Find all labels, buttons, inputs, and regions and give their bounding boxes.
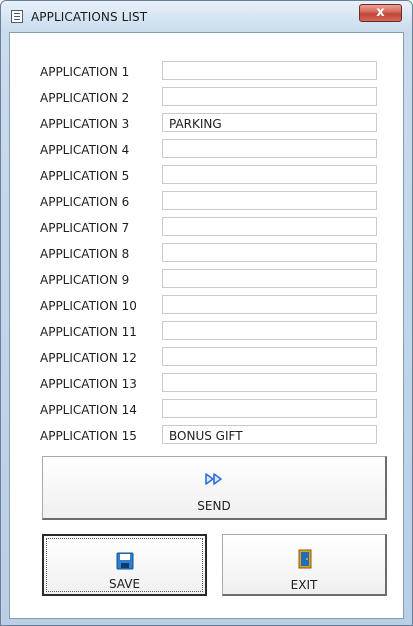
application-14-label: APPLICATION 14 bbox=[40, 403, 137, 417]
application-2-label: APPLICATION 2 bbox=[40, 91, 130, 105]
application-9-field[interactable] bbox=[162, 269, 377, 288]
application-3-field[interactable] bbox=[162, 113, 377, 132]
application-4-label: APPLICATION 4 bbox=[40, 143, 130, 157]
application-5-field[interactable] bbox=[162, 165, 377, 184]
form-panel: APPLICATION 1 APPLICATION 2 APPLICATION … bbox=[9, 32, 404, 619]
application-1-label: APPLICATION 1 bbox=[40, 65, 130, 79]
save-button[interactable]: SAVE bbox=[42, 534, 207, 596]
application-7-field[interactable] bbox=[162, 217, 377, 236]
application-14-field[interactable] bbox=[162, 399, 377, 418]
fast-forward-icon bbox=[205, 473, 222, 485]
application-4-field[interactable] bbox=[162, 139, 377, 158]
exit-label: EXIT bbox=[290, 578, 318, 592]
application-11-field[interactable] bbox=[162, 321, 377, 340]
application-6-label: APPLICATION 6 bbox=[40, 195, 130, 209]
application-9-label: APPLICATION 9 bbox=[40, 273, 130, 287]
send-label: SEND bbox=[197, 499, 231, 513]
application-7-label: APPLICATION 7 bbox=[40, 221, 130, 235]
application-15-field[interactable] bbox=[162, 425, 377, 444]
application-10-label: APPLICATION 10 bbox=[40, 299, 137, 313]
application-8-field[interactable] bbox=[162, 243, 377, 262]
application-6-field[interactable] bbox=[162, 191, 377, 210]
application-3-label: APPLICATION 3 bbox=[40, 117, 130, 131]
door-icon bbox=[298, 549, 312, 569]
application-5-label: APPLICATION 5 bbox=[40, 169, 130, 183]
application-13-label: APPLICATION 13 bbox=[40, 377, 137, 391]
application-10-field[interactable] bbox=[162, 295, 377, 314]
application-12-label: APPLICATION 12 bbox=[40, 351, 137, 365]
application-13-field[interactable] bbox=[162, 373, 377, 392]
application-15-label: APPLICATION 15 bbox=[40, 429, 137, 443]
application-12-field[interactable] bbox=[162, 347, 377, 366]
application-2-field[interactable] bbox=[162, 87, 377, 106]
window-title: APPLICATIONS LIST bbox=[31, 10, 148, 24]
close-button[interactable]: x bbox=[359, 4, 402, 22]
application-11-label: APPLICATION 11 bbox=[40, 325, 137, 339]
application-1-field[interactable] bbox=[162, 61, 377, 80]
send-button[interactable]: SEND bbox=[42, 456, 387, 520]
exit-button[interactable]: EXIT bbox=[222, 534, 387, 596]
save-label: SAVE bbox=[108, 577, 141, 591]
application-8-label: APPLICATION 8 bbox=[40, 247, 130, 261]
title-bar[interactable]: APPLICATIONS LIST x bbox=[1, 1, 412, 33]
list-icon bbox=[11, 10, 23, 23]
close-icon: x bbox=[376, 5, 385, 20]
floppy-disk-icon bbox=[116, 552, 134, 570]
applications-list-window: APPLICATIONS LIST x APPLICATION 1 APPLIC… bbox=[0, 0, 413, 626]
